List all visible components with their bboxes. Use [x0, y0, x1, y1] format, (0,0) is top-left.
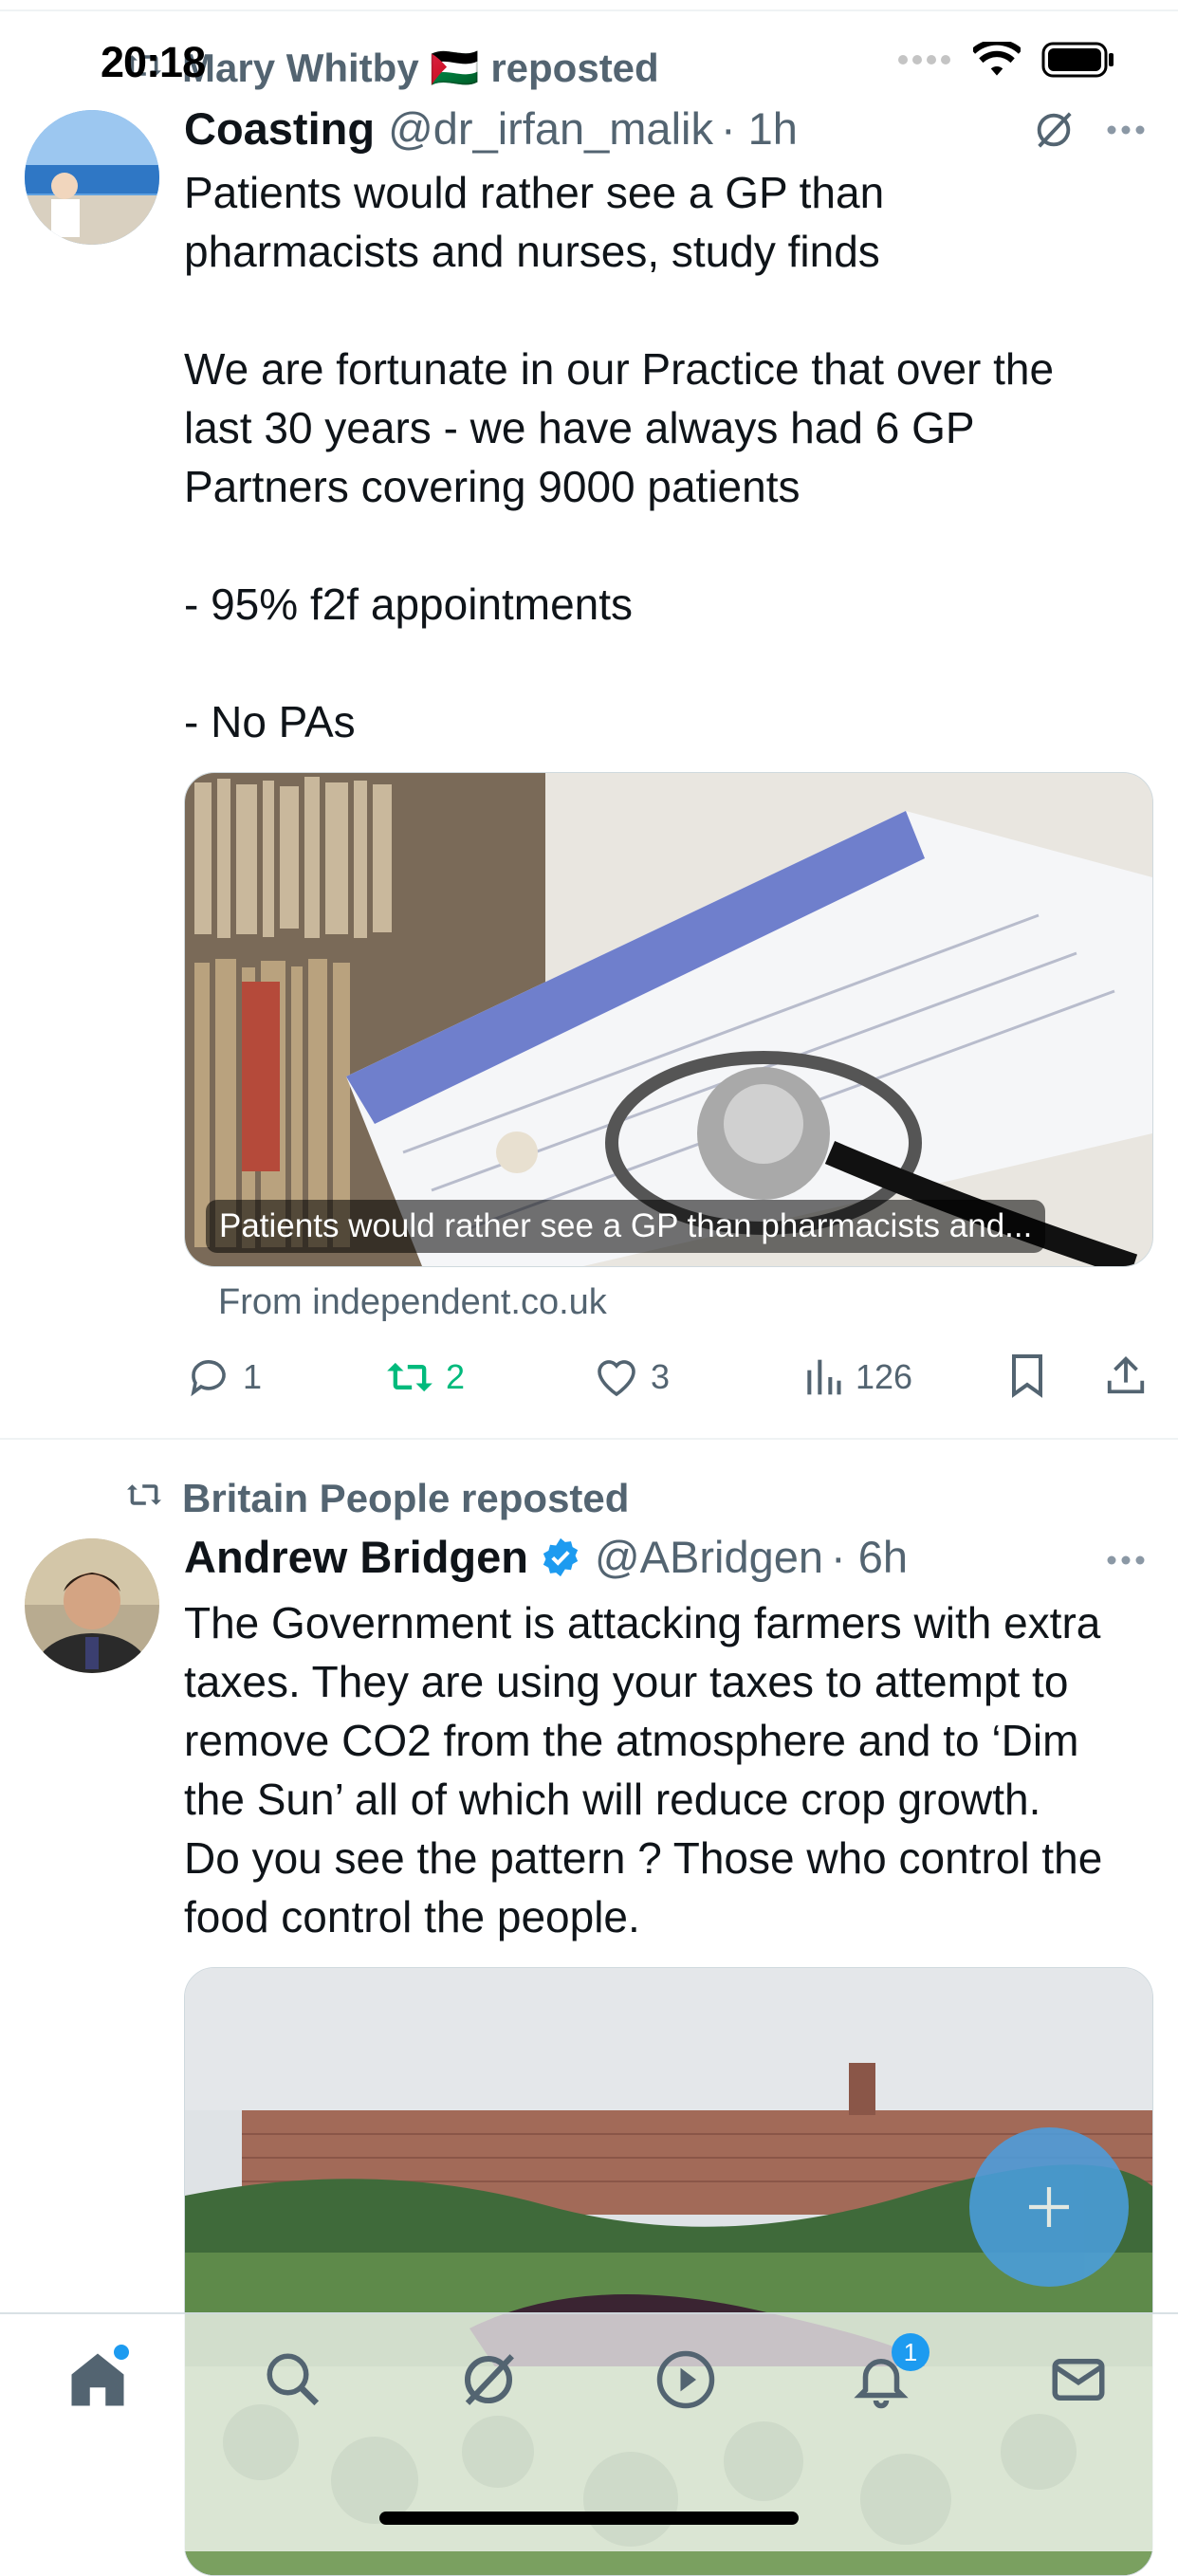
author-name[interactable]: Coasting: [184, 102, 375, 155]
wifi-icon: [970, 39, 1023, 83]
link-card-image: [185, 773, 1152, 1266]
repost-small-icon: [123, 1476, 165, 1521]
views-button[interactable]: 126: [802, 1356, 912, 1398]
repost-count: 2: [446, 1357, 466, 1396]
tab-video[interactable]: [654, 2348, 717, 2416]
signal-icon: [897, 53, 952, 71]
tab-notifications[interactable]: 1: [850, 2333, 930, 2416]
views-icon: [807, 1359, 841, 1395]
repost-indicator[interactable]: Britain People reposted: [123, 1476, 629, 1521]
link-card[interactable]: Patients would rather see a GP than phar…: [184, 772, 1153, 1267]
top-divider: [0, 9, 1178, 11]
plus-icon: [1029, 2187, 1069, 2227]
avatar-andrew-bridgen[interactable]: [25, 1538, 159, 1673]
grok-icon: [464, 2354, 514, 2405]
link-card-caption: Patients would rather see a GP than phar…: [206, 1200, 1046, 1253]
video-icon: [656, 2350, 715, 2409]
grok-tweet-icon[interactable]: [1032, 108, 1076, 156]
like-count: 3: [651, 1357, 671, 1396]
status-icons: [897, 39, 1115, 83]
tweet-header: Coasting @dr_irfan_malik · 1h: [184, 102, 798, 155]
repost-by-label: Britain People reposted: [182, 1476, 630, 1520]
battery-icon: [1041, 42, 1115, 83]
tab-grok[interactable]: [457, 2348, 520, 2416]
bookmark-icon[interactable]: [1007, 1352, 1047, 1407]
verified-badge-icon: [540, 1536, 581, 1578]
reply-button[interactable]: 1: [186, 1354, 262, 1400]
search-icon: [267, 2353, 320, 2406]
reply-icon: [191, 1360, 226, 1397]
author-handle[interactable]: @ABridgen: [595, 1531, 823, 1583]
heart-icon: [598, 1360, 635, 1397]
tweet-time: · 6h: [831, 1532, 909, 1582]
author-name[interactable]: Andrew Bridgen: [184, 1531, 528, 1583]
more-options-icon[interactable]: [1106, 123, 1146, 140]
notification-badge: 1: [892, 2333, 930, 2371]
tweet-text: Patients would rather see a GP than phar…: [184, 168, 1055, 746]
tweet-time: · 1h: [720, 103, 798, 154]
tweet-header: Andrew Bridgen @ABridgen · 6h: [184, 1531, 908, 1583]
tweet-divider: [0, 1438, 1178, 1440]
tab-messages[interactable]: [1047, 2348, 1110, 2416]
link-card-source[interactable]: From independent.co.uk: [218, 1282, 607, 1323]
reply-count: 1: [243, 1357, 263, 1396]
more-options-icon[interactable]: [1106, 1554, 1146, 1571]
repost-icon: [387, 1362, 433, 1392]
tweet-text: The Government is attacking farmers with…: [184, 1598, 1103, 1941]
compose-button[interactable]: [969, 2127, 1129, 2287]
avatar-coasting[interactable]: [25, 110, 159, 245]
tab-home[interactable]: [66, 2345, 129, 2416]
home-unread-dot: [114, 2345, 129, 2360]
share-icon[interactable]: [1104, 1352, 1148, 1407]
repost-button[interactable]: 2: [385, 1356, 465, 1398]
tweet-actions: 1 2 3 126: [186, 1352, 1153, 1402]
home-indicator: [379, 2512, 799, 2525]
tab-search[interactable]: [262, 2348, 324, 2416]
like-button[interactable]: 3: [594, 1356, 670, 1398]
repost-by-label: Mary Whitby 🇵🇸 reposted: [182, 46, 659, 90]
messages-icon: [1052, 2359, 1105, 2401]
status-time: 20:18: [101, 38, 206, 86]
author-handle[interactable]: @dr_irfan_malik: [388, 102, 713, 155]
views-count: 126: [856, 1357, 913, 1396]
